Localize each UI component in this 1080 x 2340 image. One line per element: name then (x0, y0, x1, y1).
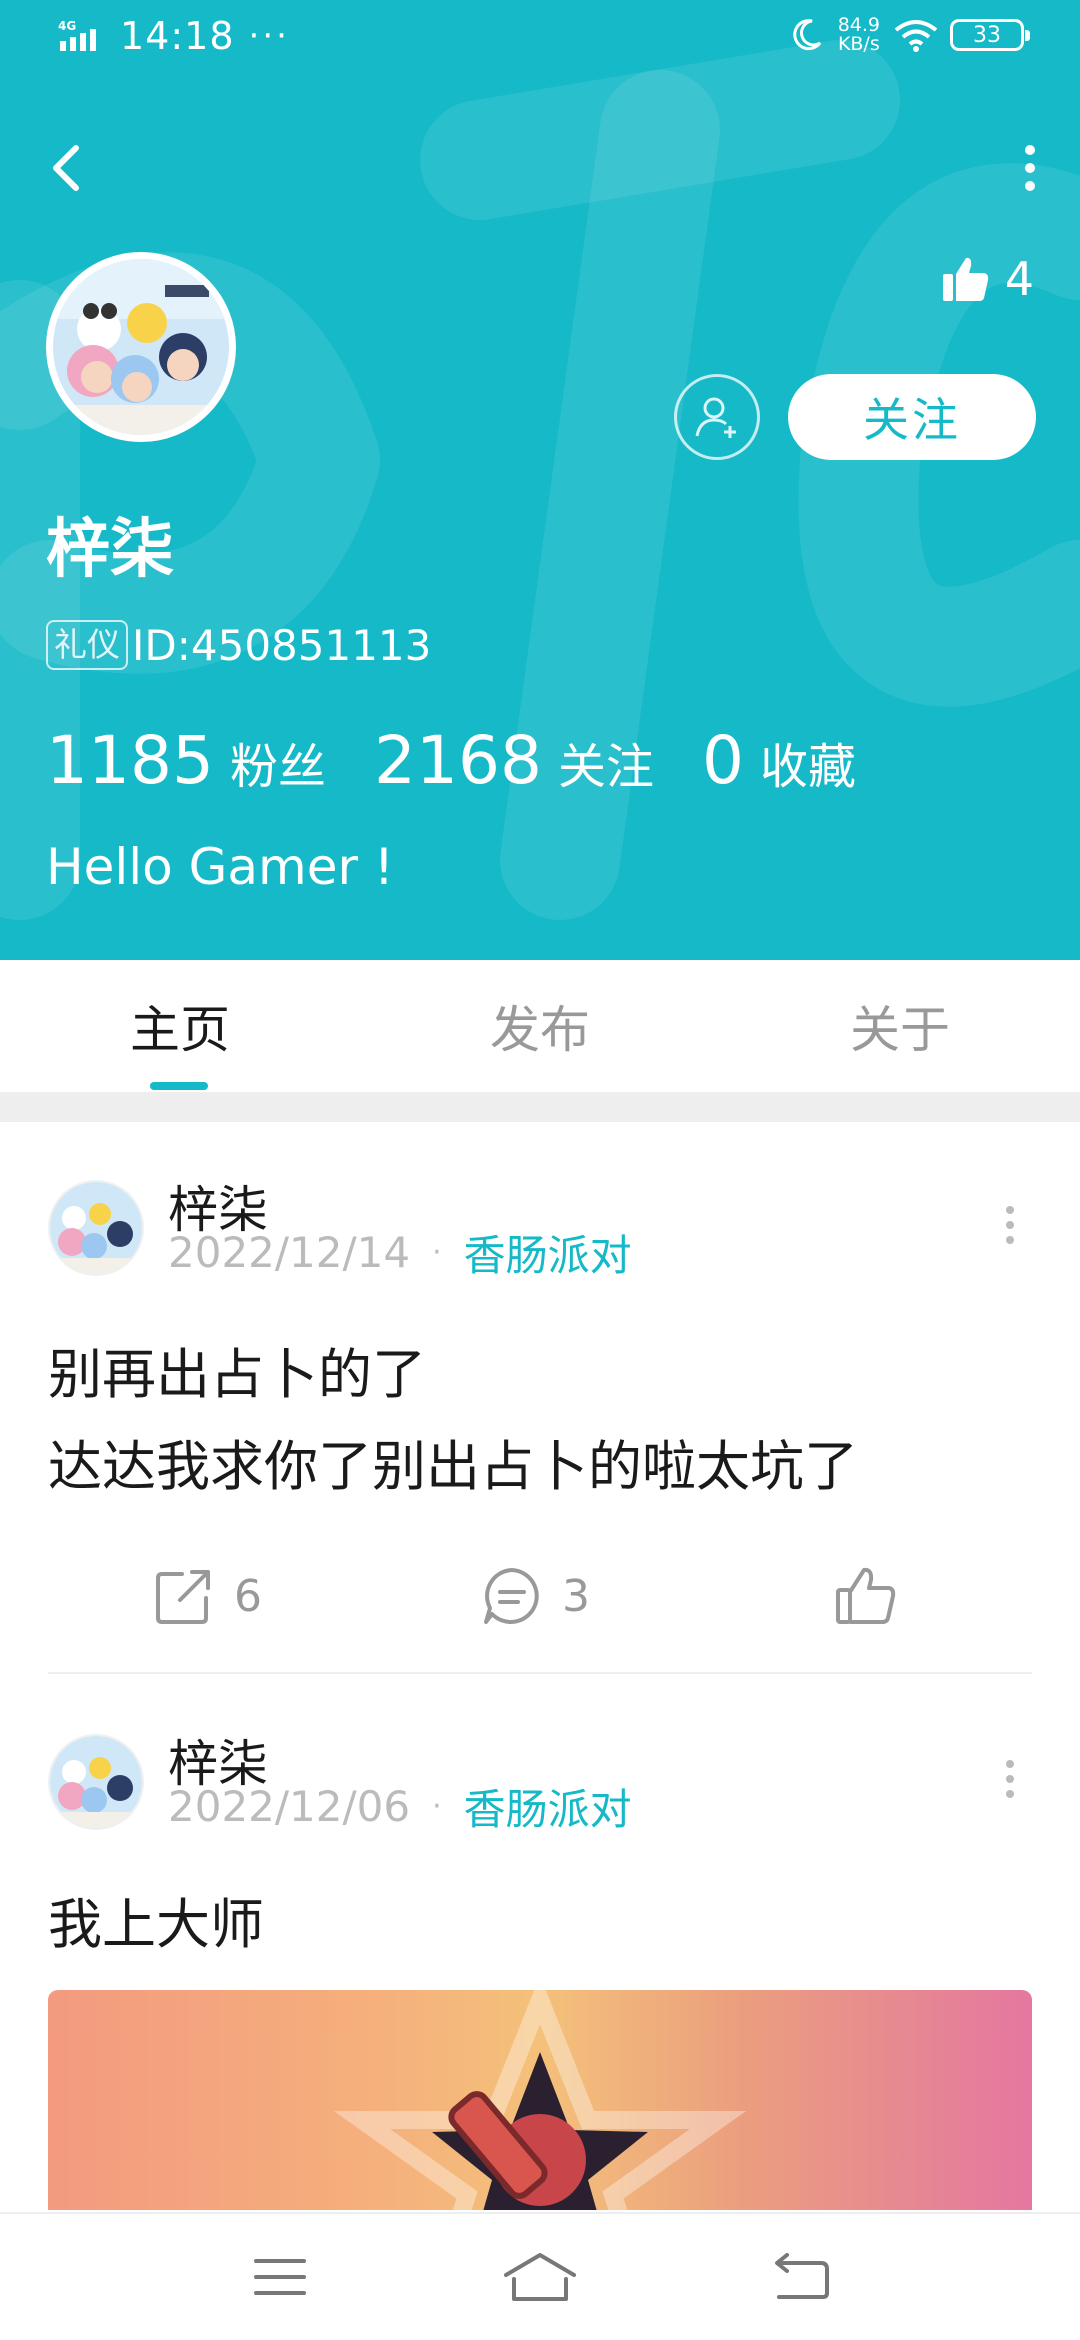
post-circle-tag[interactable]: 香肠派对 (464, 1776, 632, 1837)
post-date: 2022/12/14 (168, 1228, 411, 1277)
profile-avatar[interactable] (46, 252, 236, 442)
post-actions: 6 3 (0, 1552, 1080, 1632)
profile-stats: 1185 粉丝 2168 关注 0 收藏 (46, 722, 904, 799)
back-button[interactable] (42, 136, 98, 200)
svg-text:4G: 4G (58, 19, 76, 33)
battery-indicator: 33 (950, 19, 1030, 51)
active-tab-indicator (150, 1082, 208, 1090)
signal-icon: 4G (58, 19, 96, 51)
profile-header: 4G 14:18 ··· 84.9 KB/s 33 4 关注 梓柒 礼仪 ID:… (0, 0, 1080, 960)
nav-menu-button[interactable] (240, 2247, 320, 2307)
more-vertical-icon (1006, 1206, 1014, 1244)
followers-stat[interactable]: 1185 粉丝 (46, 722, 326, 799)
post-divider (48, 1672, 1032, 1674)
chevron-left-icon (53, 145, 79, 191)
post-body[interactable]: 达达我求你了别出占卜的啦太坑了 (48, 1422, 858, 1501)
status-time: 14:18 (120, 14, 235, 58)
share-count: 6 (234, 1570, 262, 1622)
moon-icon (793, 19, 821, 51)
profile-tabs: 主页 发布 关于 (0, 960, 1080, 1092)
post-image[interactable] (48, 1990, 1032, 2210)
post-more-button[interactable] (1000, 1200, 1020, 1250)
section-separator (0, 1092, 1080, 1122)
post-author-avatar[interactable] (48, 1180, 144, 1276)
back-icon (775, 2253, 829, 2299)
post-title[interactable]: 别再出占卜的了 (48, 1330, 426, 1409)
thumbs-up-icon (942, 257, 988, 301)
more-options-button[interactable] (1010, 136, 1050, 200)
profile-id: ID:450851113 (132, 620, 432, 670)
rank-badge-icon (333, 1990, 747, 2210)
post-card[interactable]: 梓柒 2022/12/14 · 香肠派对 别再出占卜的了 达达我求你了别出占卜的… (0, 1122, 1080, 1674)
watermark-logo (0, 40, 1080, 920)
share-icon (156, 1570, 210, 1624)
profile-bio: Hello Gamer ! (46, 838, 394, 896)
post-author-avatar[interactable] (48, 1734, 144, 1830)
thumbs-up-icon (836, 1567, 896, 1624)
avatar-image (50, 1182, 142, 1274)
user-plus-icon (695, 397, 736, 438)
tab-home[interactable]: 主页 (0, 960, 360, 1092)
follow-button[interactable]: 关注 (788, 374, 1036, 460)
post-meta: 2022/12/06 · 香肠派对 (168, 1776, 632, 1837)
etiquette-badge[interactable]: 礼仪 (46, 620, 128, 670)
avatar-image (50, 1736, 142, 1828)
post-circle-tag[interactable]: 香肠派对 (464, 1222, 632, 1283)
add-friend-button[interactable] (674, 374, 760, 460)
system-navigation-bar (0, 2212, 1080, 2340)
tab-about[interactable]: 关于 (720, 960, 1080, 1092)
post-meta: 2022/12/14 · 香肠派对 (168, 1222, 632, 1283)
post-date: 2022/12/06 (168, 1782, 411, 1831)
status-more-indicator: ··· (248, 16, 290, 56)
nav-back-button[interactable] (760, 2247, 840, 2307)
avatar-image (53, 259, 229, 435)
wifi-icon (894, 20, 938, 52)
share-button[interactable]: 6 (152, 1564, 262, 1628)
comment-button[interactable]: 3 (480, 1564, 590, 1628)
more-vertical-icon (1025, 145, 1035, 191)
tab-posts[interactable]: 发布 (360, 960, 720, 1092)
network-speed: 84.9 KB/s (837, 14, 880, 55)
comment-icon (484, 1568, 539, 1624)
nav-home-button[interactable] (500, 2247, 580, 2307)
like-button[interactable] (834, 1564, 898, 1628)
profile-like-count[interactable]: 4 (941, 252, 1034, 306)
favorites-stat[interactable]: 0 收藏 (702, 722, 856, 799)
following-stat[interactable]: 2168 关注 (374, 722, 654, 799)
post-more-button[interactable] (1000, 1754, 1020, 1804)
profile-username: 梓柒 (46, 513, 174, 587)
menu-icon (254, 2259, 306, 2295)
more-vertical-icon (1006, 1760, 1014, 1798)
profile-id-row: 礼仪 ID:450851113 (46, 620, 431, 670)
post-title[interactable]: 我上大师 (48, 1880, 264, 1959)
home-icon (504, 2253, 576, 2301)
status-bar: 4G 14:18 ··· 84.9 KB/s 33 (0, 0, 1080, 84)
comment-count: 3 (562, 1570, 590, 1622)
